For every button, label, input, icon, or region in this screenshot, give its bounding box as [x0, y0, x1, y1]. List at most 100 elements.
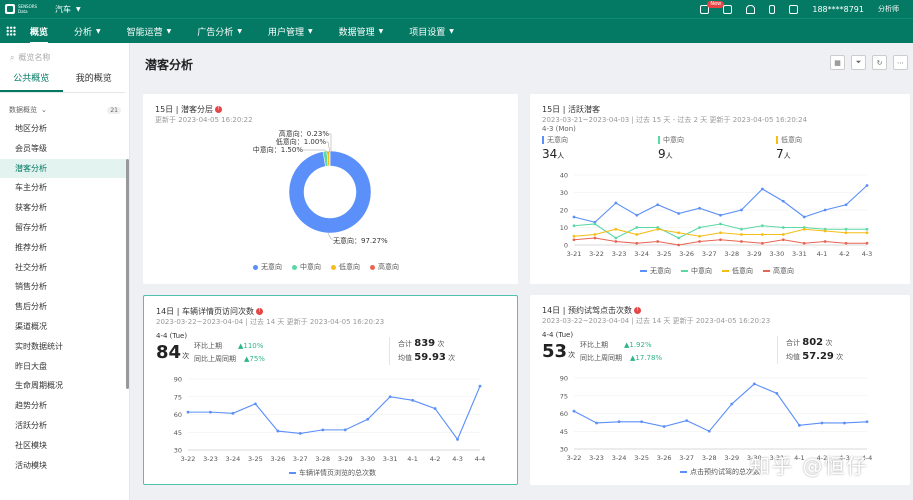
data-point[interactable]: [321, 428, 325, 432]
data-point[interactable]: [478, 384, 482, 388]
warning-icon[interactable]: !: [255, 308, 263, 315]
data-point[interactable]: [388, 395, 392, 399]
data-point[interactable]: [433, 407, 437, 410]
data-point[interactable]: [823, 208, 827, 212]
notice-icon[interactable]: New: [700, 0, 725, 14]
data-point[interactable]: [760, 233, 764, 236]
data-point[interactable]: [640, 420, 644, 424]
data-point[interactable]: [617, 420, 621, 424]
data-point[interactable]: [719, 231, 722, 235]
legend-item[interactable]: 中意向: [681, 266, 712, 276]
sidebar-item[interactable]: 潜客分析: [0, 158, 126, 179]
data-point[interactable]: [276, 429, 280, 433]
project-switcher[interactable]: 汽车 ▼: [55, 4, 81, 15]
sidebar-item[interactable]: 趋势分析: [0, 396, 126, 416]
sidebar-item[interactable]: 实时数据统计: [0, 337, 126, 357]
refresh-icon[interactable]: ↻: [872, 55, 887, 70]
data-point[interactable]: [595, 421, 598, 425]
data-point[interactable]: [740, 240, 743, 243]
sidebar-item[interactable]: 获客分析: [0, 198, 126, 218]
data-point[interactable]: [760, 224, 764, 228]
nav-analysis[interactable]: 分析 ▼: [74, 19, 101, 44]
data-point[interactable]: [820, 421, 824, 425]
data-point[interactable]: [865, 241, 869, 245]
apps-grid-icon[interactable]: [6, 26, 16, 36]
nav-data[interactable]: 数据管理 ▼: [339, 19, 384, 44]
legend-item[interactable]: 点击预约试驾的总次数: [680, 467, 760, 477]
data-point[interactable]: [411, 398, 415, 402]
data-point[interactable]: [593, 222, 597, 226]
sidebar-item[interactable]: 地区分析: [0, 119, 126, 139]
data-point[interactable]: [572, 234, 576, 238]
data-point[interactable]: [677, 236, 681, 240]
data-point[interactable]: [760, 187, 764, 191]
data-point[interactable]: [719, 213, 722, 217]
sidebar-item[interactable]: 销售分析: [0, 277, 126, 297]
legend-item[interactable]: 低意向: [331, 262, 360, 272]
data-point[interactable]: [719, 222, 722, 226]
sidebar-item[interactable]: 留存分析: [0, 218, 126, 238]
data-point[interactable]: [677, 231, 681, 235]
data-point[interactable]: [775, 391, 779, 395]
data-point[interactable]: [802, 241, 806, 245]
nav-ads[interactable]: 广告分析 ▼: [197, 19, 242, 44]
data-point[interactable]: [698, 206, 701, 210]
data-point[interactable]: [740, 227, 743, 231]
legend-item[interactable]: 高意向: [763, 266, 794, 276]
sidebar-item[interactable]: 渠道概况: [0, 317, 126, 337]
legend-item[interactable]: 无意向: [253, 262, 282, 272]
data-point[interactable]: [781, 199, 785, 203]
data-point[interactable]: [677, 243, 681, 247]
warning-icon[interactable]: !: [214, 106, 222, 113]
data-point[interactable]: [844, 227, 848, 231]
nav-operations[interactable]: 智能运营 ▼: [127, 19, 172, 44]
data-point[interactable]: [572, 224, 576, 228]
monitor-icon[interactable]: [789, 4, 799, 14]
data-point[interactable]: [572, 409, 576, 413]
series-line[interactable]: [573, 185, 868, 223]
data-point[interactable]: [802, 227, 806, 231]
data-point[interactable]: [614, 236, 618, 240]
data-point[interactable]: [844, 203, 848, 207]
data-point[interactable]: [298, 432, 302, 435]
legend-item[interactable]: 车辆详情页浏览的总次数: [289, 468, 376, 478]
data-point[interactable]: [635, 213, 639, 217]
logo[interactable]: SENSORS Data: [5, 4, 47, 14]
data-point[interactable]: [656, 240, 660, 243]
data-point[interactable]: [752, 382, 756, 386]
tab-my-overview[interactable]: 我的概览: [63, 71, 126, 92]
data-point[interactable]: [740, 233, 743, 236]
sidebar-group-header[interactable]: 数据概览 ⌄ 21: [9, 105, 121, 115]
data-point[interactable]: [781, 238, 785, 242]
data-point[interactable]: [797, 423, 801, 427]
data-point[interactable]: [572, 238, 576, 242]
nav-overview[interactable]: 概览: [30, 19, 49, 44]
data-point[interactable]: [719, 238, 722, 242]
data-point[interactable]: [823, 240, 827, 243]
donut-slice[interactable]: [329, 150, 331, 167]
data-point[interactable]: [707, 429, 711, 433]
data-point[interactable]: [730, 402, 734, 406]
warning-icon[interactable]: !: [633, 307, 641, 314]
data-point[interactable]: [572, 215, 576, 219]
data-point[interactable]: [593, 233, 597, 236]
data-point[interactable]: [698, 234, 701, 238]
data-point[interactable]: [865, 184, 869, 187]
data-point[interactable]: [635, 233, 639, 236]
legend-item[interactable]: 低意向: [722, 266, 753, 276]
sidebar-scrollbar[interactable]: [126, 159, 129, 389]
calendar-icon[interactable]: ▦: [830, 55, 845, 70]
data-point[interactable]: [253, 402, 257, 406]
sidebar-item[interactable]: 社区模块: [0, 436, 126, 456]
data-point[interactable]: [685, 419, 689, 422]
sidebar-item[interactable]: 推荐分析: [0, 238, 126, 258]
data-point[interactable]: [593, 236, 597, 240]
data-point[interactable]: [231, 411, 235, 415]
data-point[interactable]: [760, 241, 764, 245]
sidebar-item[interactable]: 生命周期概况: [0, 376, 126, 396]
data-point[interactable]: [698, 226, 701, 229]
sidebar-item[interactable]: 售后分析: [0, 297, 126, 317]
data-point[interactable]: [614, 240, 618, 243]
mobile-icon[interactable]: [769, 4, 776, 14]
series-line[interactable]: [573, 383, 868, 432]
